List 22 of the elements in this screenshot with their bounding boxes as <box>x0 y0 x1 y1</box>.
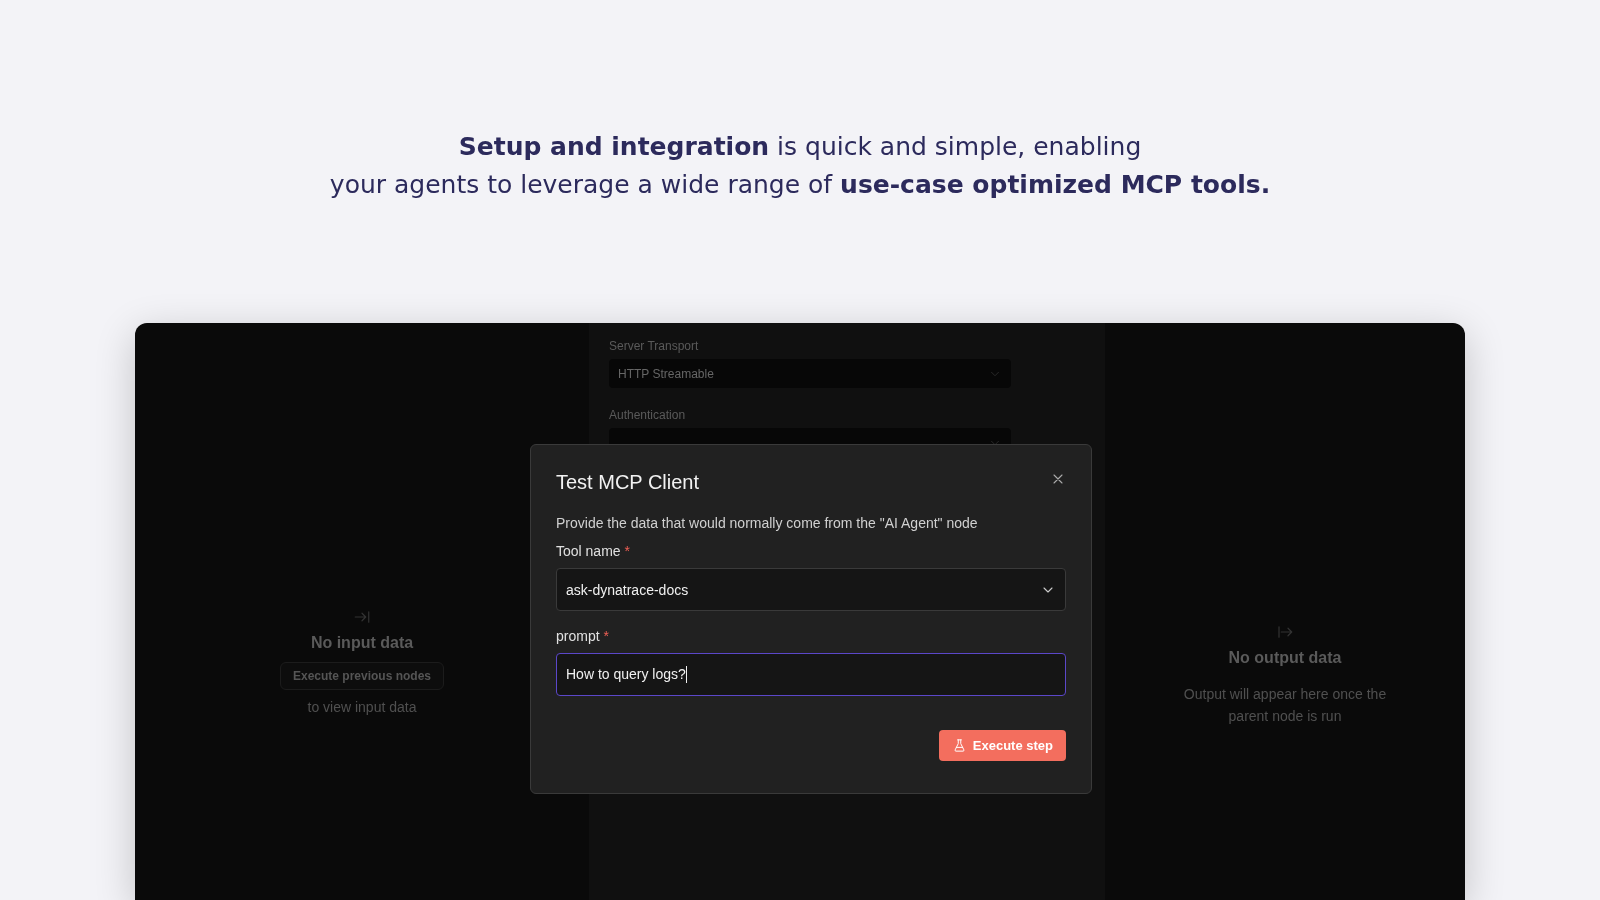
field-label: prompt <box>556 628 600 644</box>
select-field[interactable]: ask-dynatrace-docs <box>556 568 1066 611</box>
field-label: Tool name <box>556 543 621 559</box>
empty-state-hint: Output will appear here once the parent node is run <box>1182 685 1388 726</box>
headline-text: Setup and integration is quick and simple, enabling <box>458 131 1142 163</box>
input-field[interactable]: How to query logs? <box>556 653 1066 696</box>
execute-previous-button[interactable]: Execute previous nodes <box>279 662 444 690</box>
empty-state-hint: to view input data <box>307 698 417 717</box>
headline-text: your agents to leverage a wide range of use-case optimized MCP tools. <box>329 169 1271 201</box>
select-field[interactable]: HTTP Streamable <box>609 359 1011 388</box>
dialog-description: Provide the data that would normally come from the "AI Agent" node <box>556 515 979 531</box>
dialog-title: Test MCP Client <box>556 471 699 494</box>
empty-state-title: No input data <box>310 634 414 652</box>
empty-state-title: No output data <box>1228 649 1342 667</box>
arrow-to-bar-icon <box>353 608 371 626</box>
field-label: Server Transport <box>609 339 700 353</box>
required-mark: * <box>624 543 631 559</box>
field-label: Authentication <box>609 408 687 422</box>
execute-step-button[interactable]: Execute step <box>938 730 1066 761</box>
arrow-from-bar-icon <box>1276 623 1294 641</box>
required-mark: * <box>603 628 610 644</box>
flask-icon <box>951 738 967 753</box>
